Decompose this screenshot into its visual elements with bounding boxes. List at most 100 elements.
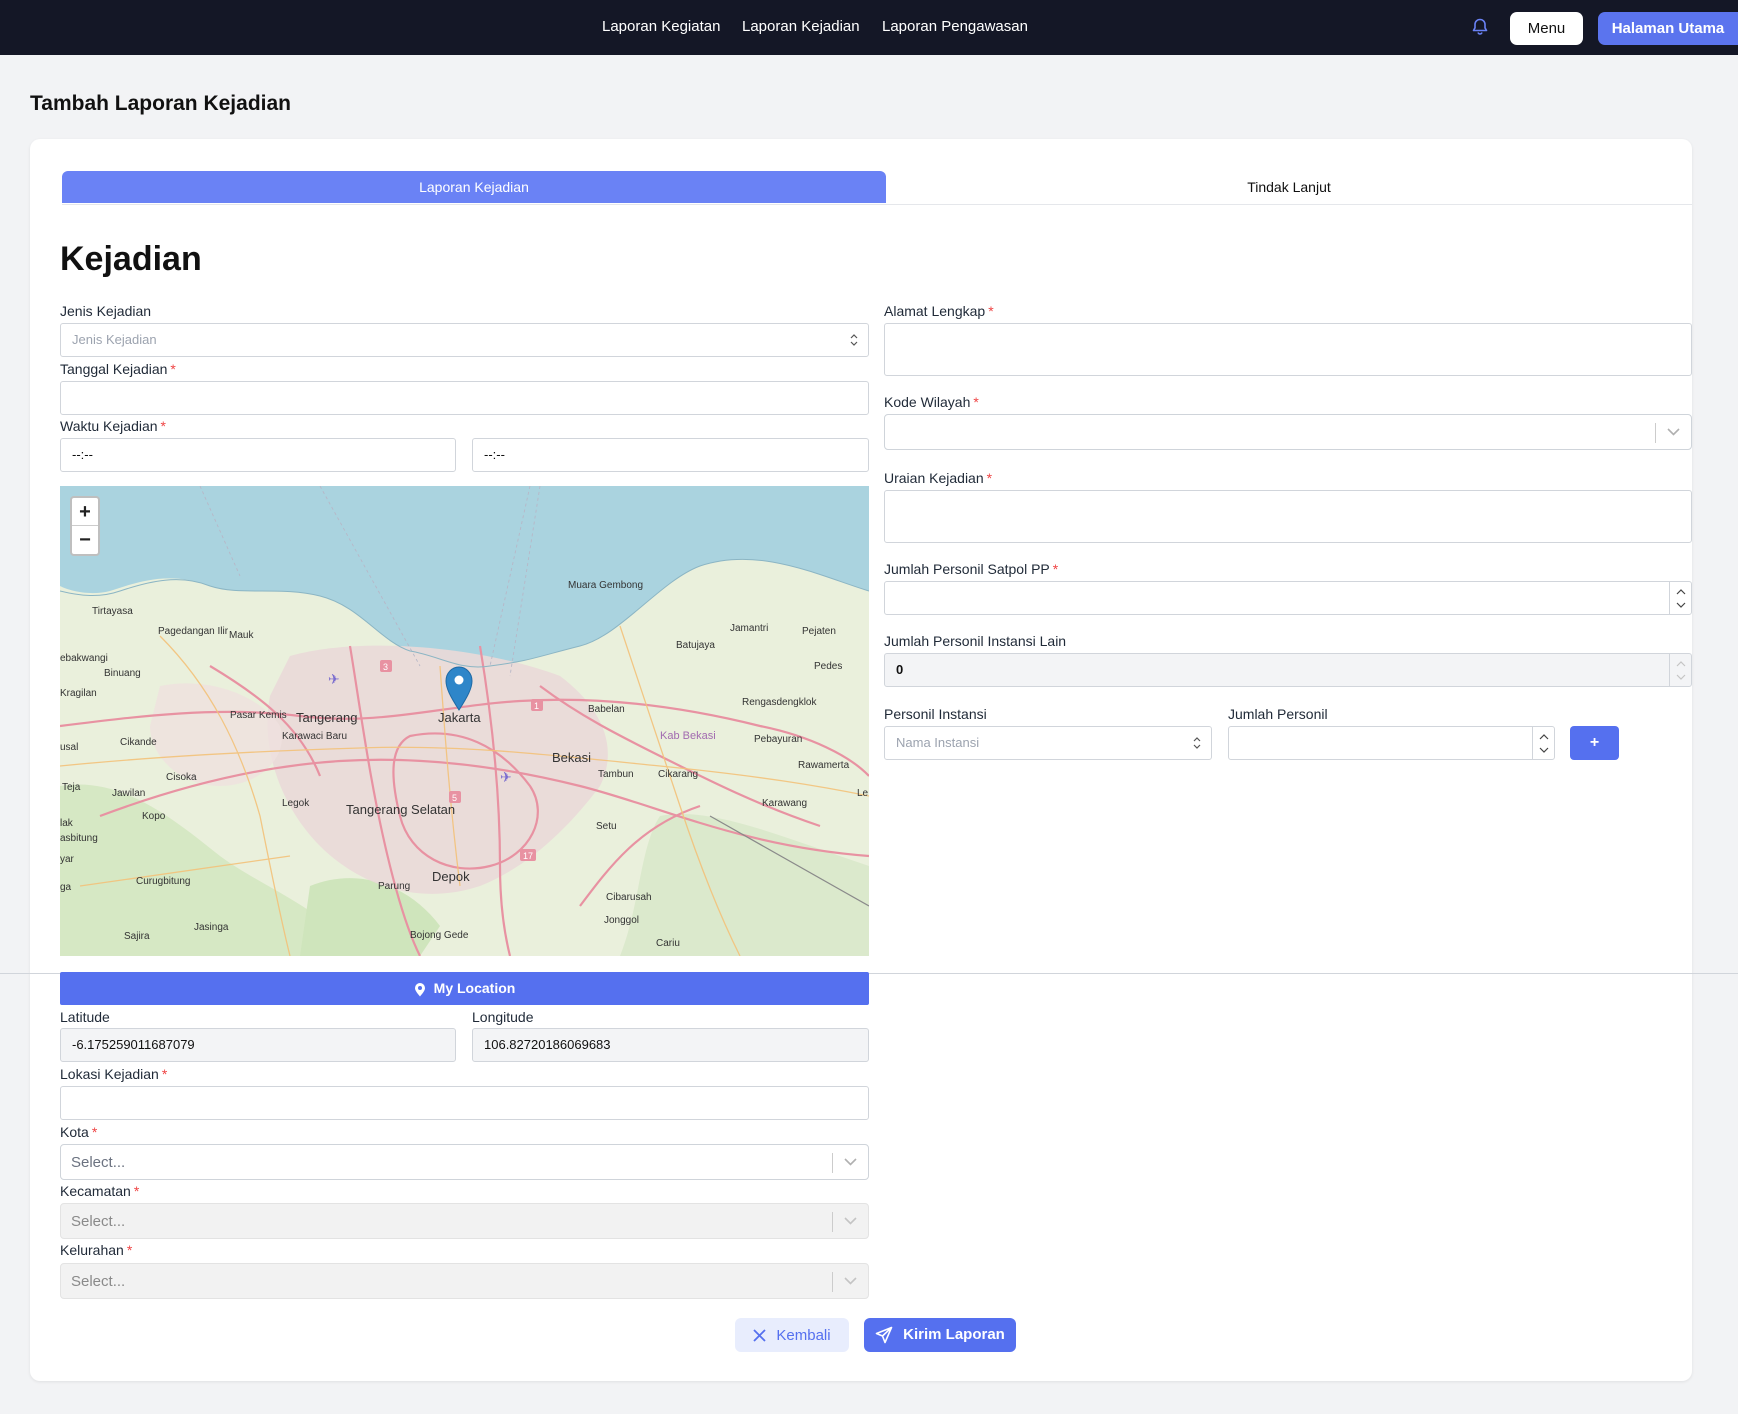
jumlah-satpol-input[interactable] — [884, 581, 1692, 615]
map-place-label: Rawamerta — [798, 760, 850, 771]
select-separator — [832, 1212, 833, 1232]
map-place-label: lak — [60, 818, 74, 829]
map-place-label: Jakarta — [438, 710, 481, 725]
select-separator — [832, 1153, 833, 1173]
map-place-label: yar — [60, 854, 75, 865]
kecamatan-select[interactable]: Select... — [60, 1203, 869, 1239]
back-label: Kembali — [776, 1326, 831, 1344]
latitude-input[interactable]: -6.175259011687079 — [60, 1028, 456, 1062]
kode-wilayah-label: Kode Wilayah * — [884, 394, 979, 410]
jenis-kejadian-select[interactable]: Jenis Kejadian — [60, 323, 869, 357]
map-place-label: ga — [60, 882, 72, 893]
uraian-kejadian-textarea[interactable] — [884, 490, 1692, 543]
map-place-label: Pedes — [814, 661, 842, 672]
number-stepper[interactable] — [1532, 727, 1554, 759]
back-button[interactable]: Kembali — [735, 1318, 849, 1352]
map-place-label: Jasinga — [194, 922, 229, 933]
number-stepper — [1669, 654, 1691, 686]
route-number: 1 — [534, 701, 539, 711]
send-label: Kirim Laporan — [903, 1325, 1005, 1343]
nav-link-laporan-kejadian[interactable]: Laporan Kejadian — [742, 18, 860, 35]
map-place-label: Pebayuran — [754, 734, 802, 745]
personil-instansi-label: Personil Instansi — [884, 706, 987, 722]
longitude-label: Longitude — [472, 1009, 534, 1025]
chevron-down-icon — [844, 1277, 857, 1285]
map-place-label: Batujaya — [676, 640, 715, 651]
route-number: 17 — [523, 851, 533, 861]
kota-select[interactable]: Select... — [60, 1144, 869, 1180]
personil-instansi-select[interactable]: Nama Instansi — [884, 726, 1212, 760]
page-title: Tambah Laporan Kejadian — [30, 92, 291, 115]
jenis-kejadian-placeholder: Jenis Kejadian — [72, 332, 157, 347]
kode-wilayah-select[interactable] — [884, 414, 1692, 450]
tab-laporan-kejadian[interactable]: Laporan Kejadian — [62, 171, 886, 203]
jumlah-personil-input[interactable] — [1228, 726, 1555, 760]
map-place-label: Kopo — [142, 811, 166, 822]
chevron-updown-icon — [850, 334, 858, 346]
menu-button[interactable]: Menu — [1510, 12, 1583, 45]
map-zoom-control: + − — [70, 496, 100, 556]
tanggal-kejadian-label: Tanggal Kejadian * — [60, 361, 176, 377]
jumlah-satpol-label: Jumlah Personil Satpol PP * — [884, 561, 1059, 577]
map-place-label: Pasar Kemis — [230, 710, 287, 721]
my-location-button[interactable]: My Location — [60, 972, 869, 1005]
jumlah-instansi-lain-value: 0 — [896, 662, 904, 677]
map-place-label: asbitung — [60, 833, 98, 844]
map-place-label: Jamantri — [730, 623, 768, 634]
map-tiles: Muara Gembong Tirtayasa Pagedangan Ilir … — [60, 486, 869, 956]
zoom-in-button[interactable]: + — [72, 498, 98, 526]
lokasi-kejadian-input[interactable] — [60, 1086, 869, 1120]
map-place-label: usal — [60, 742, 78, 753]
map-place-label: Tambun — [598, 769, 634, 780]
map-place-label: Jonggol — [604, 915, 639, 926]
map-place-label: Curugbitung — [136, 876, 190, 887]
bell-icon[interactable] — [1470, 17, 1490, 37]
kota-placeholder: Select... — [71, 1154, 126, 1171]
tanggal-kejadian-input[interactable] — [60, 381, 869, 415]
jumlah-instansi-lain-label: Jumlah Personil Instansi Lain — [884, 633, 1067, 649]
waktu-mulai-input[interactable]: --:-- — [60, 438, 456, 472]
home-button[interactable]: Halaman Utama — [1598, 12, 1738, 45]
alamat-lengkap-label: Alamat Lengkap * — [884, 303, 994, 319]
map-place-label: Jawilan — [112, 788, 145, 799]
waktu-kejadian-label: Waktu Kejadian * — [60, 418, 166, 434]
map-place-label: Pejaten — [802, 626, 836, 637]
kecamatan-placeholder: Select... — [71, 1213, 126, 1230]
map-place-label: Babelan — [588, 704, 625, 715]
map-place-label: Bekasi — [552, 750, 591, 765]
alamat-lengkap-textarea[interactable] — [884, 323, 1692, 376]
kelurahan-select[interactable]: Select... — [60, 1263, 869, 1299]
map-place-label: Binuang — [104, 668, 141, 679]
map-place-label: Teja — [62, 782, 81, 793]
personil-instansi-placeholder: Nama Instansi — [896, 735, 980, 750]
add-personil-button[interactable]: + — [1570, 726, 1619, 760]
send-report-button[interactable]: Kirim Laporan — [864, 1318, 1016, 1352]
tab-tindak-lanjut[interactable]: Tindak Lanjut — [886, 171, 1692, 203]
longitude-input[interactable]: 106.82720186069683 — [472, 1028, 869, 1062]
map-place-label: ebakwangi — [60, 653, 108, 664]
chevron-up-icon — [1676, 589, 1686, 595]
zoom-out-button[interactable]: − — [72, 526, 98, 554]
waktu-selesai-input[interactable]: --:-- — [472, 438, 869, 472]
nav-link-laporan-pengawasan[interactable]: Laporan Pengawasan — [882, 18, 1028, 35]
map-place-label: Cikarang — [658, 769, 698, 780]
my-location-label: My Location — [433, 980, 516, 997]
map-view[interactable]: Muara Gembong Tirtayasa Pagedangan Ilir … — [60, 486, 869, 956]
map-place-label: Rengasdengklok — [742, 697, 817, 708]
map-place-label: Tangerang Selatan — [346, 802, 455, 817]
map-place-label: Pagedangan Ilir — [158, 626, 229, 637]
map-place-label: Cikande — [120, 737, 157, 748]
jumlah-instansi-lain-input[interactable]: 0 — [884, 653, 1692, 687]
route-number: 3 — [383, 662, 388, 672]
map-place-label: Cisoka — [166, 772, 197, 783]
nav-link-laporan-kegiatan[interactable]: Laporan Kegiatan — [602, 18, 720, 35]
number-stepper[interactable] — [1669, 582, 1691, 614]
chevron-down-icon — [1539, 747, 1549, 753]
map-place-label: Kab Bekasi — [660, 730, 716, 742]
map-place-label: Bojong Gede — [410, 930, 469, 941]
map-place-label: Le — [857, 788, 869, 799]
section-title: Kejadian — [60, 240, 202, 278]
map-place-label: Cibarusah — [606, 892, 652, 903]
chevron-down-icon — [844, 1158, 857, 1166]
chevron-down-icon — [1667, 428, 1680, 436]
